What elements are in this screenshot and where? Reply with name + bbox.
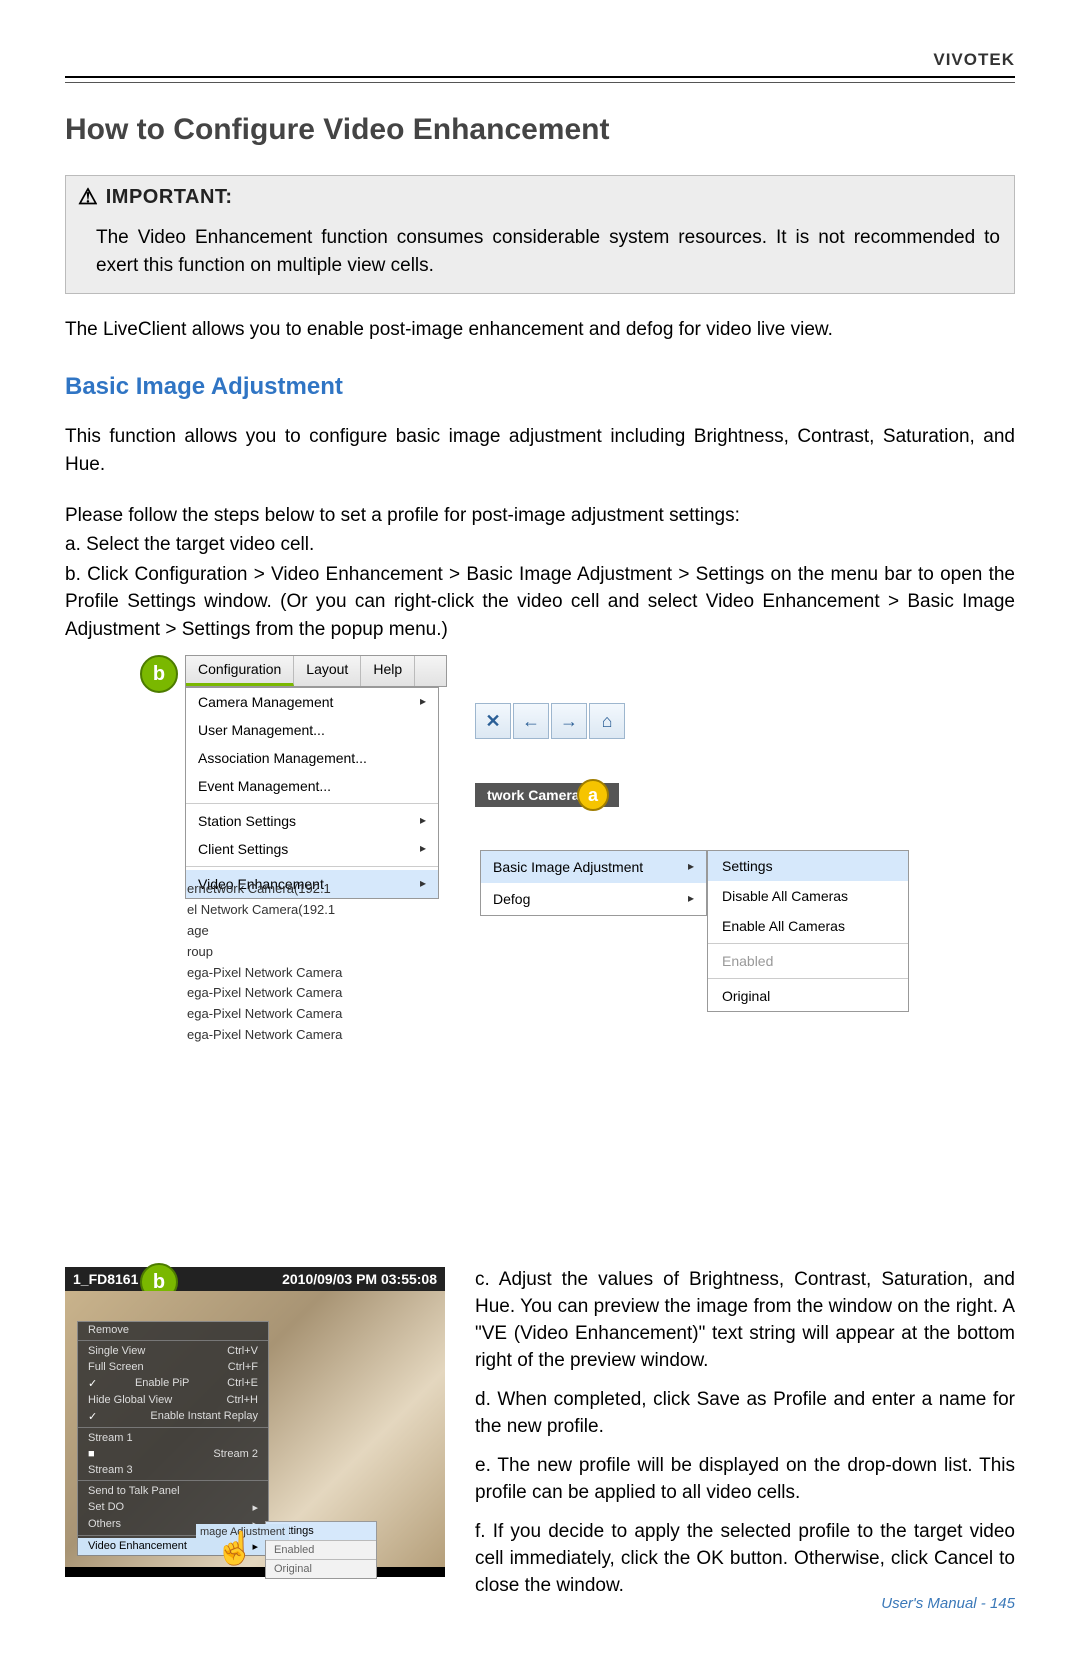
menu-user-management[interactable]: User Management... bbox=[186, 716, 438, 744]
thumb-id: 1_FD8161 bbox=[73, 1271, 138, 1287]
ve-submenu: Basic Image Adjustment▸ Defog▸ bbox=[480, 850, 707, 916]
tab-configuration[interactable]: Configuration bbox=[186, 656, 294, 686]
submenu2-enabled[interactable]: Enabled bbox=[708, 946, 908, 976]
ctx-stream3[interactable]: Stream 3 bbox=[78, 1462, 268, 1478]
intro-paragraph: The LiveClient allows you to enable post… bbox=[65, 316, 1015, 345]
submenu2-original[interactable]: Original bbox=[708, 981, 908, 1011]
tree-row[interactable]: ega-Pixel Network Camera bbox=[187, 1025, 342, 1046]
ctx-remove[interactable]: Remove bbox=[78, 1322, 268, 1338]
screenshot-upper: b Configuration Layout Help Camera Manag… bbox=[185, 655, 945, 1259]
ctx-full-screen[interactable]: Full ScreenCtrl+F bbox=[78, 1359, 268, 1375]
submenu-basic-image-adjustment[interactable]: Basic Image Adjustment▸ bbox=[481, 851, 706, 883]
tab-help[interactable]: Help bbox=[361, 656, 415, 686]
important-label: IMPORTANT: bbox=[106, 186, 233, 209]
follow-line: Please follow the steps below to set a p… bbox=[65, 502, 1015, 530]
context-menu: Remove Single ViewCtrl+V Full ScreenCtrl… bbox=[77, 1321, 269, 1556]
ctx-instant-replay[interactable]: Enable Instant Replay bbox=[78, 1408, 268, 1425]
menubar[interactable]: Configuration Layout Help bbox=[185, 655, 447, 687]
menu-client-settings[interactable]: Client Settings▸ bbox=[186, 835, 438, 863]
ctx-talk-panel[interactable]: Send to Talk Panel bbox=[78, 1483, 268, 1499]
ctx-enable-pip[interactable]: Enable PiPCtrl+E bbox=[78, 1375, 268, 1392]
page-footer: User's Manual - 145 bbox=[881, 1595, 1015, 1612]
step-f: f. If you decide to apply the selected p… bbox=[475, 1519, 1015, 1600]
tree-row[interactable]: ernetwork Camera(192.1 bbox=[187, 879, 342, 900]
page-title: How to Configure Video Enhancement bbox=[65, 113, 1015, 147]
menu-event-management[interactable]: Event Management... bbox=[186, 772, 438, 800]
ctx-hide-global[interactable]: Hide Global ViewCtrl+H bbox=[78, 1392, 268, 1408]
submenu-defog[interactable]: Defog▸ bbox=[481, 883, 706, 915]
important-box: ⚠ IMPORTANT: The Video Enhancement funct… bbox=[65, 175, 1015, 294]
hand-cursor-icon: ☝ bbox=[215, 1529, 255, 1567]
marker-b-icon: b bbox=[140, 655, 178, 693]
ctx-single-view[interactable]: Single ViewCtrl+V bbox=[78, 1343, 268, 1359]
back-icon[interactable]: ← bbox=[513, 703, 549, 739]
step-c: c. Adjust the values of Brightness, Cont… bbox=[475, 1267, 1015, 1375]
important-body: The Video Enhancement function consumes … bbox=[66, 218, 1014, 293]
mini-submenu: mage Adjustment Settings Enabled Origina… bbox=[265, 1521, 377, 1579]
step-e: e. The new profile will be displayed on … bbox=[475, 1453, 1015, 1507]
ctx-stream1[interactable]: Stream 1 bbox=[78, 1430, 268, 1446]
tree-row[interactable]: el Network Camera(192.1 bbox=[187, 900, 342, 921]
tree-row[interactable]: age bbox=[187, 921, 342, 942]
lower-row: b 1_FD8161 2010/09/03 PM 03:55:08 Remove… bbox=[65, 1267, 1015, 1612]
tab-layout[interactable]: Layout bbox=[294, 656, 361, 686]
brand-label: VIVOTEK bbox=[65, 50, 1015, 70]
mini-enabled[interactable]: Enabled bbox=[266, 1541, 376, 1559]
thumb-header: 1_FD8161 2010/09/03 PM 03:55:08 bbox=[65, 1267, 445, 1291]
device-tree: ernetwork Camera(192.1 el Network Camera… bbox=[187, 879, 342, 1045]
section-heading: Basic Image Adjustment bbox=[65, 373, 1015, 401]
menu-station-settings[interactable]: Station Settings▸ bbox=[186, 807, 438, 835]
configuration-dropdown: Camera Management▸ User Management... As… bbox=[185, 687, 439, 899]
toolbar-icons: ✕ ← → ⌂ bbox=[475, 703, 625, 739]
forward-icon[interactable]: → bbox=[551, 703, 587, 739]
tree-row[interactable]: roup bbox=[187, 942, 342, 963]
menu-camera-management[interactable]: Camera Management▸ bbox=[186, 688, 438, 716]
ctx-set-do[interactable]: Set DO▸ bbox=[78, 1499, 268, 1516]
tree-row[interactable]: ega-Pixel Network Camera bbox=[187, 1004, 342, 1025]
mini-original[interactable]: Original bbox=[266, 1560, 376, 1578]
bia-submenu: Settings Disable All Cameras Enable All … bbox=[707, 850, 909, 1012]
ctx-stream2[interactable]: Stream 2 bbox=[78, 1446, 268, 1462]
tree-row[interactable]: ega-Pixel Network Camera bbox=[187, 963, 342, 984]
func-paragraph: This function allows you to configure ba… bbox=[65, 423, 1015, 480]
menu-association-management[interactable]: Association Management... bbox=[186, 744, 438, 772]
step-d: d. When completed, click Save as Profile… bbox=[475, 1387, 1015, 1441]
thumb-timestamp: 2010/09/03 PM 03:55:08 bbox=[282, 1271, 437, 1287]
step-b: b. Click Configuration > Video Enhanceme… bbox=[65, 561, 1015, 644]
header-rule bbox=[65, 76, 1015, 83]
step-a: a. Select the target video cell. bbox=[65, 531, 1015, 559]
tree-row[interactable]: ega-Pixel Network Camera bbox=[187, 983, 342, 1004]
close-icon[interactable]: ✕ bbox=[475, 703, 511, 739]
submenu2-settings[interactable]: Settings bbox=[708, 851, 908, 881]
submenu2-enable-all[interactable]: Enable All Cameras bbox=[708, 911, 908, 941]
steps-list: Please follow the steps below to set a p… bbox=[65, 502, 1015, 644]
right-steps: c. Adjust the values of Brightness, Cont… bbox=[475, 1267, 1015, 1612]
warning-icon: ⚠ bbox=[78, 184, 98, 210]
video-cell-thumbnail[interactable]: b 1_FD8161 2010/09/03 PM 03:55:08 Remove… bbox=[65, 1267, 445, 1577]
submenu2-disable-all[interactable]: Disable All Cameras bbox=[708, 881, 908, 911]
view-icon[interactable]: ⌂ bbox=[589, 703, 625, 739]
page: VIVOTEK How to Configure Video Enhanceme… bbox=[0, 0, 1080, 1662]
thumb-image: Remove Single ViewCtrl+V Full ScreenCtrl… bbox=[65, 1291, 445, 1567]
